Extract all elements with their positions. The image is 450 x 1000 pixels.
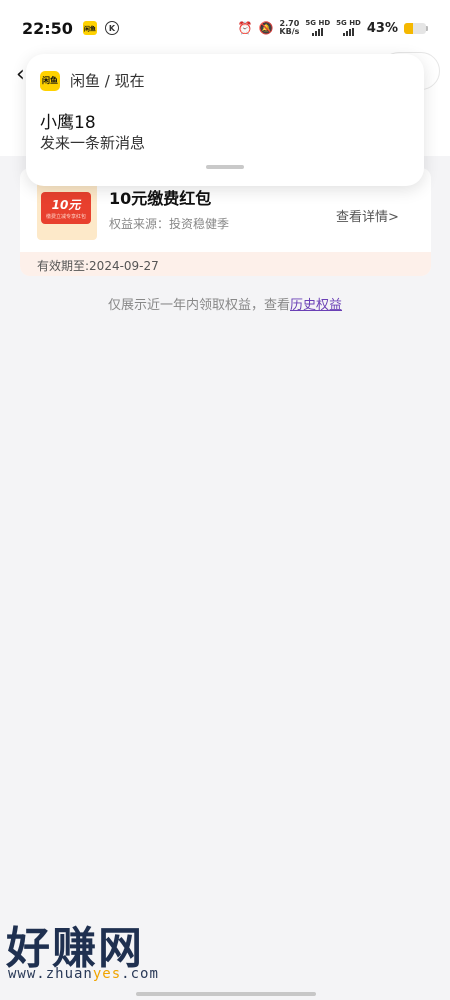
xianyu-app-icon: 闲鱼	[40, 70, 60, 91]
coupon-thumbnail: 10元 缴费立减专享红包	[37, 182, 97, 240]
notification-body: 发来一条新消息	[40, 134, 146, 152]
watermark-url-prefix: www.zhuan	[8, 966, 93, 982]
page: 22:50 闲鱼 K ⏰ 🔕 2.70 KB/s 5G HD 5G HD 43%…	[0, 0, 450, 1000]
back-arrow-icon[interactable]: ‹	[16, 62, 25, 87]
coupon-expiry: 有效期至:2024-09-27	[37, 259, 159, 273]
status-bar: 22:50 闲鱼 K ⏰ 🔕 2.70 KB/s 5G HD 5G HD 43%	[0, 0, 450, 56]
signal-bars-icon	[343, 27, 354, 36]
k-circle-icon: K	[104, 21, 119, 35]
battery-percent: 43%	[366, 20, 398, 36]
coupon-source: 权益来源：投资稳健季	[109, 217, 230, 231]
xianyu-app-icon: 闲鱼	[82, 21, 97, 35]
watermark-url-highlight: yes	[92, 966, 122, 982]
view-details-link[interactable]: 查看详情>	[336, 206, 399, 225]
status-right: ⏰ 🔕 2.70 KB/s 5G HD 5G HD 43%	[238, 19, 428, 38]
home-indicator[interactable]	[136, 992, 316, 996]
history-benefits-link[interactable]: 历史权益	[290, 298, 342, 313]
notification-header: 闲鱼 闲鱼 / 现在	[40, 70, 145, 91]
coupon-title: 10元缴费红包	[109, 189, 212, 208]
sim2-signal: 5G HD	[336, 19, 361, 38]
status-time: 22:50	[22, 18, 73, 38]
notification-drag-handle[interactable]	[206, 165, 244, 169]
footer-note: 仅展示近一年内领取权益，查看历史权益	[0, 294, 450, 313]
sim1-signal: 5G HD	[305, 19, 330, 38]
sim2-label: 5G HD	[336, 18, 361, 27]
watermark-url: www.zhuanyes.com	[8, 966, 159, 982]
footer-note-text: 仅展示近一年内领取权益，查看	[107, 298, 290, 313]
coupon-expiry-bar: 有效期至:2024-09-27	[20, 252, 431, 276]
alarm-icon: ⏰	[237, 21, 253, 35]
ticket-value: 10元	[51, 198, 81, 212]
notification-title: 小鹰18	[40, 113, 96, 133]
watermark-url-suffix: .com	[121, 966, 159, 982]
net-speed: 2.70 KB/s	[279, 20, 299, 36]
signal-bars-icon	[312, 27, 324, 36]
notification-app-name: 闲鱼 / 现在	[70, 72, 145, 90]
mute-bell-icon: 🔕	[258, 21, 274, 35]
ticket-caption: 缴费立减专享红包	[45, 214, 86, 220]
net-speed-unit: KB/s	[279, 27, 300, 36]
sim1-label: 5G HD	[305, 18, 331, 27]
battery-icon	[404, 22, 428, 34]
notification-banner[interactable]: 闲鱼 闲鱼 / 现在 小鹰18 发来一条新消息	[26, 54, 424, 186]
red-packet-ticket-icon: 10元 缴费立减专享红包	[41, 192, 91, 224]
